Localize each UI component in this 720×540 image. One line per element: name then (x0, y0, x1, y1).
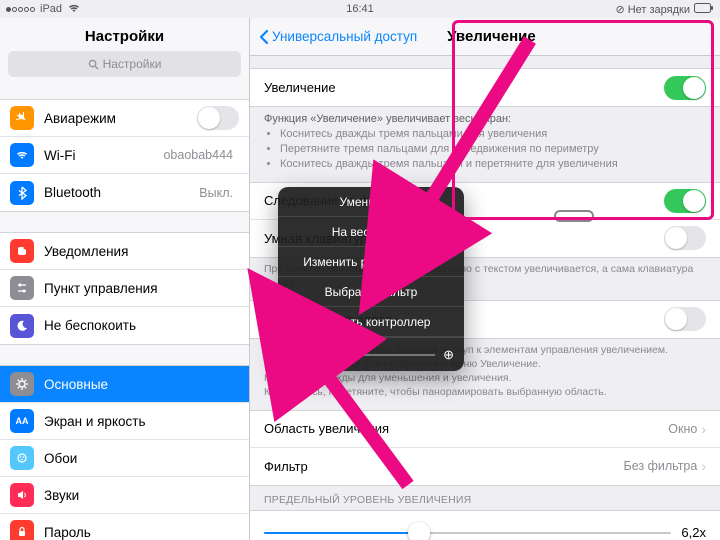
row-zoom[interactable]: Увеличение (250, 69, 720, 106)
instr-head: Функция «Увеличение» увеличивает весь эк… (264, 113, 706, 125)
bluetooth-icon (10, 181, 34, 205)
moon-icon (10, 314, 34, 338)
search-input[interactable]: Настройки (8, 51, 241, 77)
row-label: Фильтр (264, 459, 624, 474)
popup-item-choose-filter[interactable]: Выбрать фильтр (278, 277, 464, 307)
popup-label: Показать контроллер (312, 315, 431, 329)
sidebar-item-label: Обои (44, 451, 239, 466)
gear-icon (10, 372, 34, 396)
sidebar-item-label: Звуки (44, 488, 239, 503)
sidebar: Настройки Настройки Авиарежим Wi-Fi (0, 18, 250, 540)
bluetooth-value: Выкл. (199, 186, 233, 200)
sidebar-item-general[interactable]: Основные (0, 366, 249, 403)
sidebar-group-3: Основные AA Экран и яркость Обои Звуки (0, 365, 249, 540)
search-icon (88, 59, 99, 70)
instr-item: Коснитесь дважды тремя пальцами для увел… (280, 127, 706, 142)
chevron-left-icon (258, 29, 269, 45)
sidebar-item-wallpaper[interactable]: Обои (0, 440, 249, 477)
instr-item: Перетяните тремя пальцами для передвижен… (280, 142, 706, 157)
device-name: iPad (40, 3, 62, 15)
sidebar-group-2: Уведомления Пункт управления Не беспокои… (0, 232, 249, 345)
popup-label: Уменьшить (340, 195, 403, 209)
sidebar-item-wifi[interactable]: Wi-Fi obaobab444 (0, 137, 249, 174)
svg-text:AA: AA (16, 416, 29, 426)
keyboard-toggle[interactable] (664, 226, 706, 250)
instr-item: Коснитесь дважды тремя пальцами и перетя… (280, 157, 706, 172)
search-placeholder: Настройки (103, 57, 162, 71)
sidebar-item-label: Не беспокоить (44, 318, 239, 333)
row-filter[interactable]: Фильтр Без фильтра › (250, 448, 720, 485)
wifi-app-icon (10, 143, 34, 167)
row-value: Окно (668, 422, 697, 436)
sidebar-item-label: Авиарежим (44, 111, 197, 126)
limit-value: 6,2x (681, 525, 706, 540)
zoom-pill-handle[interactable] (554, 210, 594, 222)
chevron-right-icon: › (701, 421, 706, 437)
follow-toggle[interactable] (664, 189, 706, 213)
chevron-right-icon: › (701, 458, 706, 474)
sidebar-item-passcode[interactable]: Пароль (0, 514, 249, 540)
sidebar-item-dnd[interactable]: Не беспокоить (0, 307, 249, 344)
controller-toggle[interactable] (664, 307, 706, 331)
popup-item-resize-lens[interactable]: Изменить размер линзы (278, 247, 464, 277)
sidebar-group-1: Авиарежим Wi-Fi obaobab444 Bluetooth Вык… (0, 99, 249, 212)
sidebar-item-label: Пароль (44, 525, 239, 540)
battery-text: ⊘ Нет зарядки (615, 3, 690, 16)
row-label: Область увеличения (264, 421, 668, 436)
back-label: Универсальный доступ (272, 29, 417, 44)
zoom-instructions: Функция «Увеличение» увеличивает весь эк… (250, 107, 720, 182)
row-zoom-region[interactable]: Область увеличения Окно › (250, 411, 720, 448)
notifications-icon (10, 239, 34, 263)
row-value: Без фильтра (624, 459, 698, 473)
sidebar-item-label: Экран и яркость (44, 414, 239, 429)
sidebar-item-label: Wi-Fi (44, 148, 163, 163)
sidebar-title: Настройки (0, 18, 249, 51)
wifi-icon (68, 3, 80, 16)
battery-icon (694, 3, 714, 16)
plus-icon: ⊕ (443, 347, 454, 363)
back-button[interactable]: Универсальный доступ (258, 29, 417, 45)
sidebar-item-notifications[interactable]: Уведомления (0, 233, 249, 270)
sidebar-item-sounds[interactable]: Звуки (0, 477, 249, 514)
zoom-toggle[interactable] (664, 76, 706, 100)
row-label: Увеличение (264, 80, 664, 95)
airplane-toggle[interactable] (197, 106, 239, 130)
lock-icon (10, 520, 34, 540)
popup-item-fullscreen[interactable]: На весь экран (278, 217, 464, 247)
detail-title: Увеличение (447, 28, 536, 45)
signal-dots (6, 3, 36, 15)
popup-item-show-controller[interactable]: Показать контроллер (278, 307, 464, 337)
status-time: 16:41 (346, 3, 374, 15)
popup-item-reduce[interactable]: Уменьшить (278, 187, 464, 217)
popup-zoom-slider[interactable]: ⊖ ⊕ (278, 337, 464, 371)
statusbar: iPad 16:41 ⊘ Нет зарядки (0, 0, 720, 18)
popup-label: Изменить размер линзы (303, 255, 439, 269)
controlcenter-icon (10, 276, 34, 300)
sidebar-item-airplane[interactable]: Авиарежим (0, 100, 249, 137)
minus-icon: ⊖ (288, 347, 299, 363)
sidebar-item-label: Bluetooth (44, 185, 199, 200)
detail-header: Универсальный доступ Увеличение (250, 18, 720, 56)
wifi-value: obaobab444 (163, 148, 233, 162)
sidebar-item-label: Основные (44, 377, 239, 392)
popup-label: На весь экран (332, 225, 411, 239)
sidebar-item-label: Уведомления (44, 244, 239, 259)
zoom-menu-popup: Уменьшить На весь экран Изменить размер … (278, 187, 464, 371)
row-zoom-limit: 6,2x (250, 511, 720, 540)
sidebar-item-bluetooth[interactable]: Bluetooth Выкл. (0, 174, 249, 211)
display-icon: AA (10, 409, 34, 433)
sidebar-item-controlcenter[interactable]: Пункт управления (0, 270, 249, 307)
speaker-icon (10, 483, 34, 507)
sidebar-item-label: Пункт управления (44, 281, 239, 296)
zoom-limit-slider[interactable] (264, 532, 671, 534)
wallpaper-icon (10, 446, 34, 470)
sidebar-item-display[interactable]: AA Экран и яркость (0, 403, 249, 440)
popup-label: Выбрать фильтр (325, 285, 418, 299)
limit-label: ПРЕДЕЛЬНЫЙ УРОВЕНЬ УВЕЛИЧЕНИЯ (250, 486, 720, 510)
airplane-icon (10, 106, 34, 130)
